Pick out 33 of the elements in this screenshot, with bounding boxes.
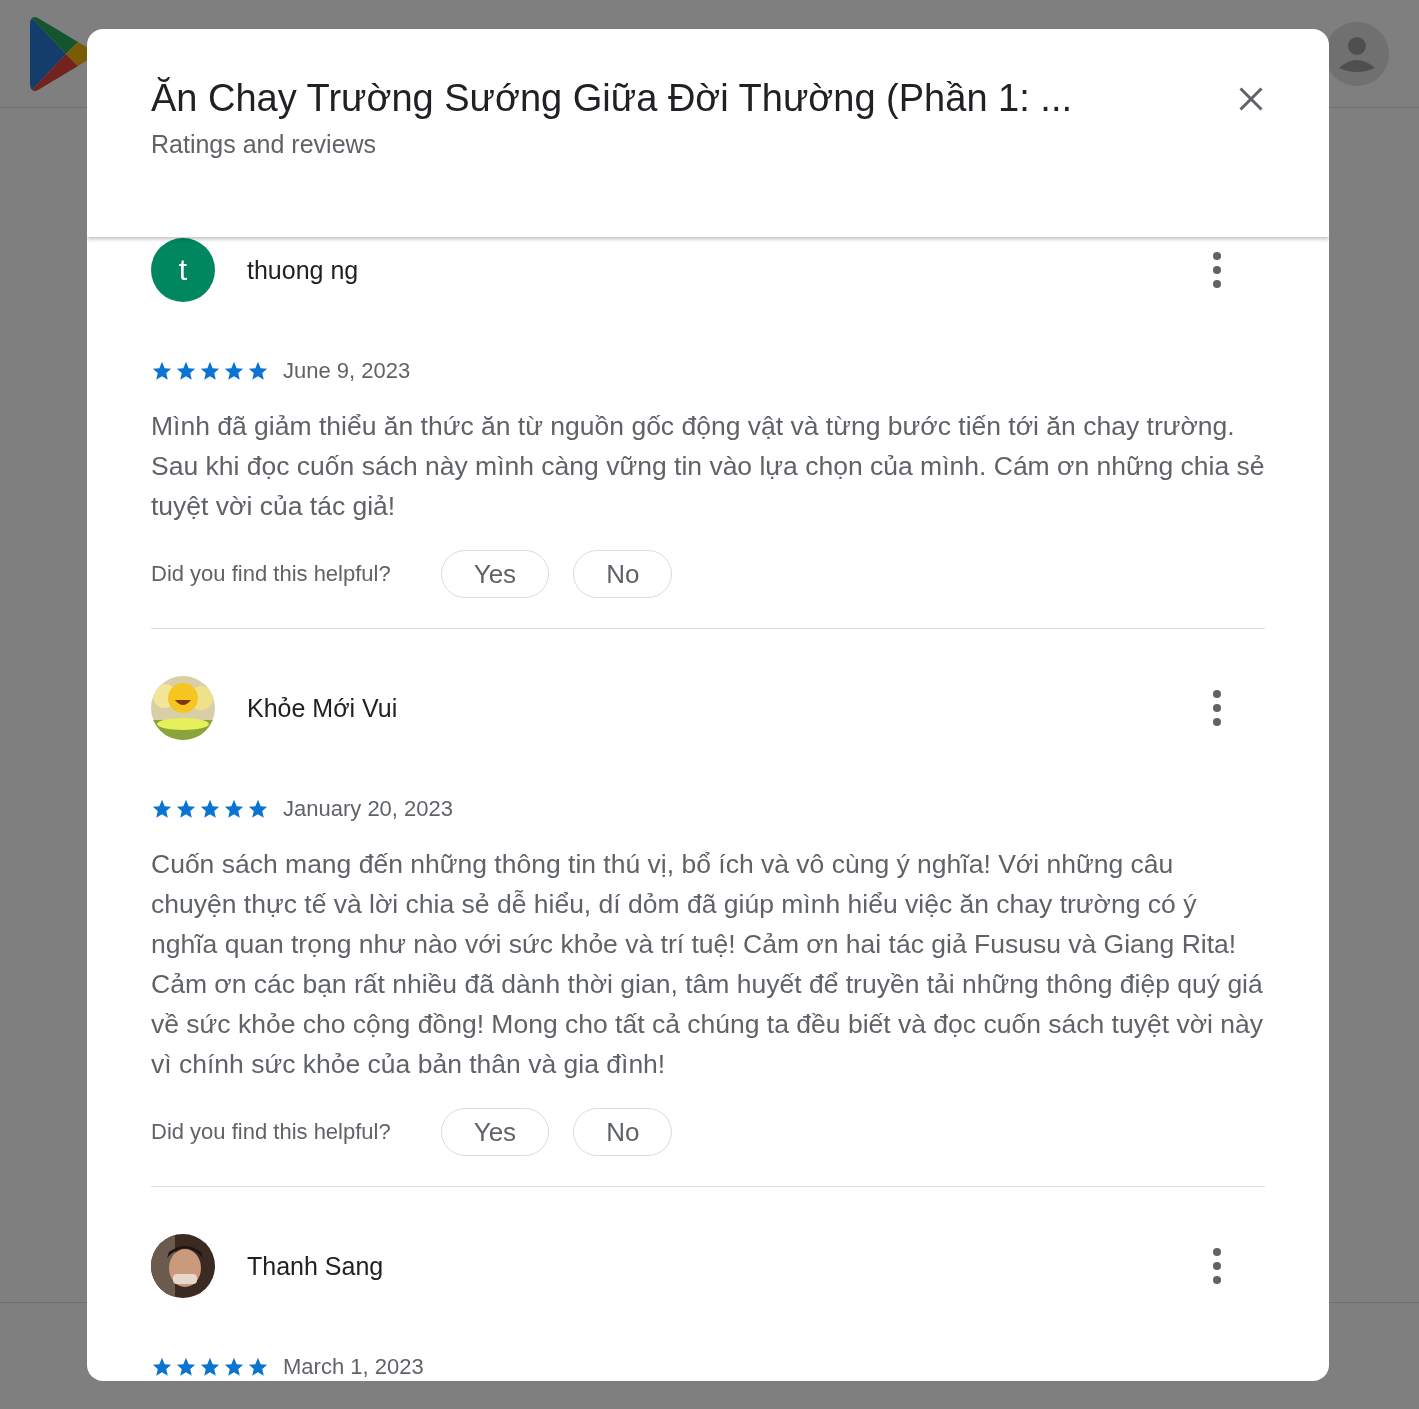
- star-icon: [151, 798, 173, 820]
- helpful-question: Did you find this helpful?: [151, 561, 391, 587]
- yes-button[interactable]: Yes: [440, 1108, 550, 1156]
- star-icon: [223, 1356, 245, 1378]
- reviewer-name: thuong ng: [247, 255, 360, 285]
- star-icon: [199, 798, 221, 820]
- review-date: June 9, 2023: [283, 358, 411, 384]
- helpful-question: Did you find this helpful?: [151, 1119, 391, 1145]
- star-icon: [247, 360, 269, 382]
- star-icon: [199, 360, 221, 382]
- review-text: Mình đã giảm thiểu ăn thức ăn từ nguồn gốc động vật và từng bước tiến tới ăn chay trường. Sau khi đọc cuốn sách này mình càng vững tin vào lựa chọn của mình. Cám ơn những chia sẻ tuyệt vời của tác giả!: [151, 410, 1265, 523]
- star-icon: [247, 798, 269, 820]
- star-icon: [175, 1356, 197, 1378]
- review-text: Cuốn sách mang đến những thông tin thú vị, bổ ích và vô cùng ý nghĩa! Với những câu chuyện thực tế và lời chia sẻ dễ hiểu, dí dỏm đã giúp mình hiểu việc ăn chay trường có ý nghĩa quan trọng như nào với sức khỏe và trí tuệ! Cảm ơn hai tác giả Fususu và Giang Rita! Cảm ơn các bạn rất nhiều đã dành thời gian, tâm huyết để truyền tải những thông điệp quý giá về sức khỏe cho cộng đồng! Mong cho tất cả chúng ta đều biết và đọc cuốn sách tuyệt vời này vì chính sức khỏe của bản thân và gia đình!: [151, 848, 1264, 1081]
- review-date: January 20, 2023: [283, 796, 454, 822]
- dialog-subtitle: Ratings and reviews: [151, 130, 378, 159]
- avatar: t: [151, 238, 215, 302]
- yes-button[interactable]: Yes: [440, 550, 550, 598]
- dialog-title: Ăn Chay Trường Sướng Giữa Đời Thường (Phần 1: ...: [151, 77, 1073, 120]
- reviewer-name: Khỏe Mới Vui: [247, 693, 399, 723]
- star-icon: [175, 360, 197, 382]
- star-icon: [151, 360, 173, 382]
- star-icon: [151, 1356, 173, 1378]
- review-date: March 1, 2023: [283, 1354, 424, 1380]
- star-icon: [223, 360, 245, 382]
- play-logo-icon[interactable]: [30, 15, 90, 92]
- no-button[interactable]: No: [573, 550, 673, 598]
- no-button[interactable]: No: [573, 1108, 673, 1156]
- star-icon: [175, 798, 197, 820]
- star-icon: [247, 1356, 269, 1378]
- reviewer-name: Thanh Sang: [247, 1251, 385, 1281]
- star-icon: [199, 1356, 221, 1378]
- star-icon: [223, 798, 245, 820]
